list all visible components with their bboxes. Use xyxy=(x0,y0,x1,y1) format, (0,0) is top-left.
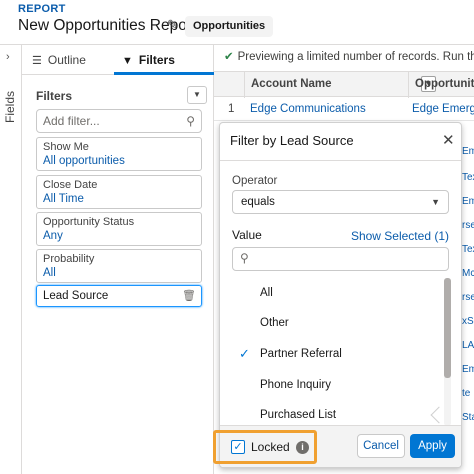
filter-key: Opportunity Status xyxy=(43,216,135,228)
option-label: Other xyxy=(260,317,289,329)
table-cell-fragment[interactable]: LA xyxy=(462,340,474,351)
report-type-badge: Opportunities xyxy=(185,16,274,37)
opportunity-link[interactable]: Edge Emerge xyxy=(412,97,474,121)
tab-filters[interactable]: ▼ Filters xyxy=(120,45,214,75)
option-label: Purchased List xyxy=(260,409,337,421)
table-cell-fragment[interactable]: rse xyxy=(462,292,474,303)
table-cell-fragment[interactable]: rse xyxy=(462,220,474,231)
fields-rail[interactable]: › Fields xyxy=(0,44,22,474)
filter-card-close-date[interactable]: Close Date All Time xyxy=(36,175,202,209)
cancel-button[interactable]: Cancel xyxy=(357,434,405,458)
checkmark-icon: ✓ xyxy=(239,346,250,361)
popover-title: Filter by Lead Source xyxy=(230,133,354,148)
option-all[interactable]: All xyxy=(232,278,437,308)
table-cell-fragment[interactable]: Emer xyxy=(462,364,474,375)
table-cell-fragment[interactable]: Emer xyxy=(462,196,474,207)
filter-value: Any xyxy=(43,230,63,242)
fields-label: Fields xyxy=(3,90,17,123)
table-cell-fragment[interactable]: Tex xyxy=(462,244,474,255)
chevron-right-icon[interactable]: › xyxy=(6,51,10,63)
chevron-down-icon: ▼ xyxy=(431,197,440,207)
operator-value: equals xyxy=(241,196,275,208)
operator-label: Operator xyxy=(232,175,278,187)
table-cell-fragment[interactable]: Mc xyxy=(462,268,474,279)
add-filter-input[interactable]: Add filter... ⚲ xyxy=(36,109,202,133)
option-label: Partner Referral xyxy=(260,348,342,360)
option-label: All xyxy=(260,287,273,299)
column-header-label: Opportunity xyxy=(415,78,474,90)
filter-key: Probability xyxy=(43,253,95,265)
filter-card-opportunity-status[interactable]: Opportunity Status Any xyxy=(36,212,202,246)
filter-key: Close Date xyxy=(43,179,98,191)
filter-card-probability[interactable]: Probability All xyxy=(36,249,202,283)
column-header-opportunity[interactable]: Opportunity xyxy=(408,72,474,98)
option-label: Phone Inquiry xyxy=(260,379,331,391)
filter-key: Show Me xyxy=(43,141,89,153)
panel-tabs: ☰ Outline ▼ Filters xyxy=(22,45,214,75)
locked-label: Locked xyxy=(251,440,290,454)
table-cell-fragment[interactable]: Tex xyxy=(462,172,474,183)
add-filter-placeholder: Add filter... xyxy=(43,114,100,128)
search-icon: ⚲ xyxy=(186,114,195,128)
row-number: 1 xyxy=(228,103,235,115)
trash-icon[interactable]: 🗑 xyxy=(182,286,196,306)
table-cell-fragment[interactable]: te xyxy=(462,388,474,399)
option-other[interactable]: Other xyxy=(232,308,437,338)
option-phone-inquiry[interactable]: Phone Inquiry xyxy=(232,370,437,400)
edit-pencil-icon[interactable]: ✎ xyxy=(167,17,178,33)
tab-outline-label: Outline xyxy=(47,53,86,67)
filter-card-show-me[interactable]: Show Me All opportunities xyxy=(36,137,202,171)
operator-select[interactable]: equals ▼ xyxy=(232,190,449,214)
column-header-label: Account Name xyxy=(251,78,332,90)
tab-outline[interactable]: ☰ Outline xyxy=(32,45,86,75)
scrollbar-thumb[interactable] xyxy=(444,278,451,378)
tab-filters-label: Filters xyxy=(138,53,175,67)
search-icon: ⚲ xyxy=(240,251,249,265)
filter-value: All Time xyxy=(43,193,84,205)
report-header: REPORT New Opportunities Report ✎ Opport… xyxy=(0,0,474,44)
option-partner-referral[interactable]: ✓ Partner Referral xyxy=(232,339,437,369)
filter-card-lead-source[interactable]: Lead Source 🗑 xyxy=(36,285,202,307)
filter-popover: Filter by Lead Source ✕ Operator equals … xyxy=(219,122,462,468)
info-icon[interactable]: i xyxy=(296,441,309,454)
chevron-down-icon: ▼ xyxy=(193,90,201,99)
table-row: 1 Edge Communications Edge Emerge xyxy=(214,97,474,121)
value-label: Value xyxy=(232,228,262,242)
report-eyebrow: REPORT xyxy=(18,3,66,15)
filter-key: Lead Source xyxy=(43,290,109,302)
banner-text: Previewing a limited number of records. … xyxy=(237,51,474,63)
value-options-list: All Other ✓ Partner Referral Phone Inqui… xyxy=(232,278,449,426)
filter-value: All opportunities xyxy=(43,155,125,167)
success-check-icon: ✔ xyxy=(224,51,234,63)
list-icon: ☰ xyxy=(32,55,42,67)
divider xyxy=(220,160,461,161)
locked-checkbox[interactable]: ✓ xyxy=(231,440,245,454)
filter-value: All xyxy=(43,267,56,279)
show-selected-link[interactable]: Show Selected (1) xyxy=(351,229,449,243)
apply-button[interactable]: Apply xyxy=(410,434,455,458)
account-link[interactable]: Edge Communications xyxy=(250,97,366,121)
active-tab-indicator xyxy=(114,72,214,75)
filters-menu-button[interactable]: ▼ xyxy=(187,86,207,104)
option-purchased-list[interactable]: Purchased List xyxy=(232,400,437,426)
table-cell-fragment[interactable]: Emer xyxy=(462,146,474,157)
row-number-header xyxy=(214,72,244,98)
filters-panel: ☰ Outline ▼ Filters Filters ▼ Add filter..… xyxy=(22,44,214,474)
close-icon[interactable]: ✕ xyxy=(442,131,455,149)
preview-banner: ✔ Previewing a limited number of records.… xyxy=(214,45,474,69)
table-cell-fragment[interactable]: xS xyxy=(462,316,474,327)
column-header-account-name[interactable]: Account Name ▼ xyxy=(244,72,436,98)
value-search-input[interactable]: ⚲ xyxy=(232,247,449,271)
table-cell-fragment[interactable]: Sta xyxy=(462,412,474,423)
table-header: Account Name ▼ Opportunity xyxy=(214,71,474,98)
filters-heading: Filters xyxy=(36,89,73,103)
